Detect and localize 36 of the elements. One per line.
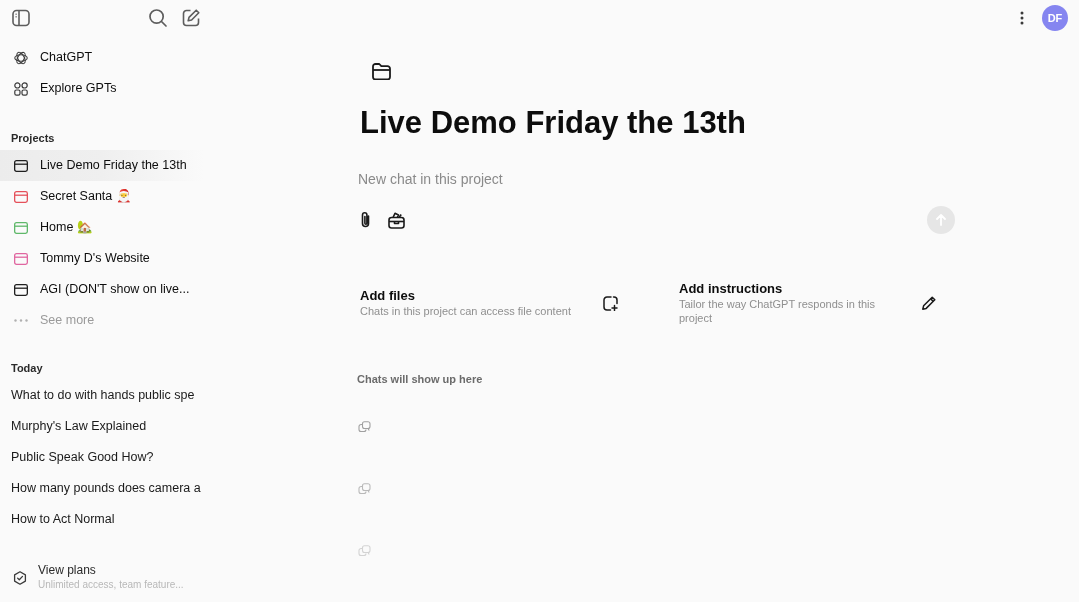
section-heading: Projects	[10, 130, 56, 146]
chat-item[interactable]: How to Act Normal	[8, 504, 204, 535]
nav-item[interactable]: ChatGPT	[8, 42, 204, 73]
chat-item[interactable]: Murphy's Law Explained	[8, 411, 204, 442]
sidebar-toggle-icon[interactable]	[12, 9, 30, 27]
chat-input[interactable]: New chat in this project	[357, 168, 957, 190]
chat-item[interactable]: What to do with hands public spe	[8, 380, 204, 411]
new-chat-icon[interactable]	[182, 9, 200, 27]
project-title: Live Demo Friday the 13th	[359, 104, 747, 142]
empty-state-label: Chats will show up here	[357, 372, 484, 386]
grid-icon	[14, 81, 28, 96]
folder-icon	[372, 63, 391, 80]
dots-icon	[14, 319, 28, 322]
project-item[interactable]: Secret Santa 🎅	[0, 181, 204, 212]
chat-bubbles-icon	[358, 545, 371, 557]
section-heading: Today	[10, 360, 44, 376]
project-item[interactable]: Tommy D's Website	[0, 243, 204, 274]
badge-icon	[13, 570, 27, 585]
arrow-up-icon	[936, 214, 946, 226]
view-plans-button[interactable]: View plans Unlimited access, team feature...	[8, 559, 204, 596]
file-plus-icon	[603, 295, 618, 311]
chat-bubbles-icon	[358, 483, 371, 495]
project-item[interactable]: AGI (DON'T show on live...	[0, 274, 204, 305]
search-icon[interactable]	[149, 9, 167, 27]
add-instructions-card[interactable]: Add instructions Tailor the way ChatGPT responds in this project	[672, 278, 957, 328]
project-item[interactable]: Home 🏡	[0, 212, 204, 243]
chat-bubbles-icon	[358, 421, 371, 433]
toolbox-icon[interactable]	[388, 211, 405, 229]
chat-item[interactable]: Public Speak Good How?	[8, 442, 204, 473]
logo-icon	[14, 50, 28, 65]
chat-item[interactable]: How many pounds does camera a	[8, 473, 204, 504]
add-files-card[interactable]: Add files Chats in this project can access file content	[357, 278, 642, 328]
paperclip-icon[interactable]	[359, 211, 372, 229]
more-icon[interactable]	[1020, 11, 1024, 25]
pencil-icon	[922, 296, 936, 310]
nav-item[interactable]: Explore GPTs	[8, 73, 204, 104]
